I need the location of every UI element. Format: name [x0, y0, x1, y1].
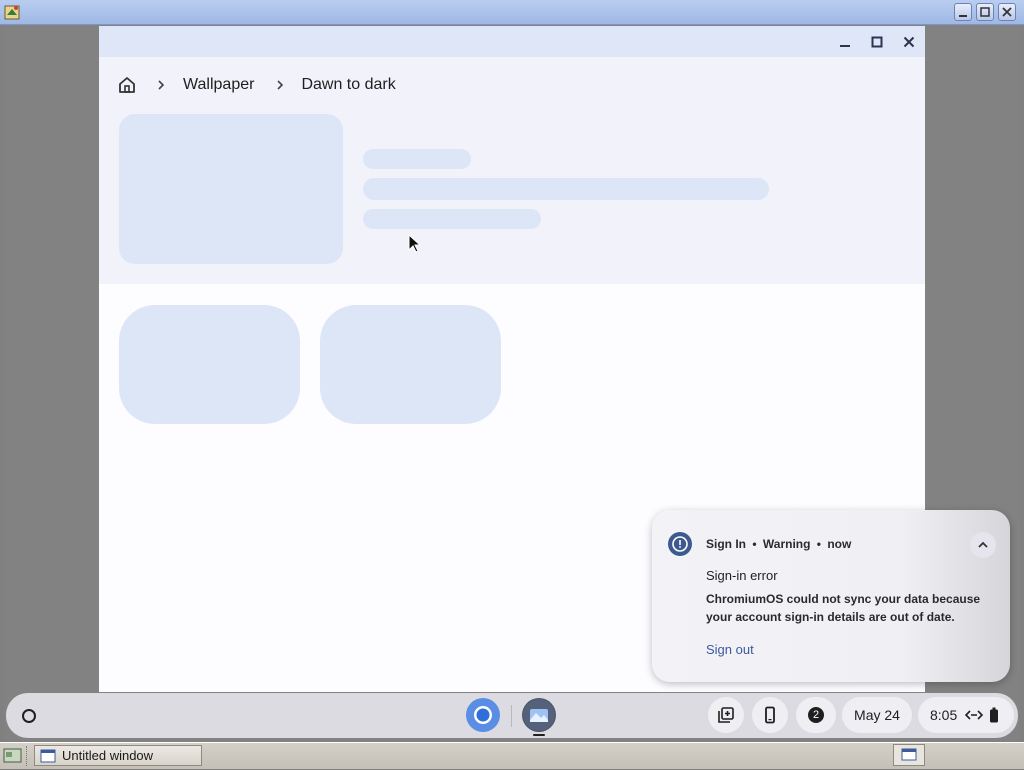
battery-icon — [990, 707, 999, 723]
ethernet-icon — [965, 710, 984, 720]
collection-preview-skeleton — [119, 114, 343, 264]
desktop-icon[interactable] — [3, 747, 23, 765]
notification-time: now — [827, 537, 852, 551]
minimize-icon — [959, 15, 967, 17]
wallpaper-tile-skeleton — [320, 305, 501, 424]
status-area-button[interactable]: 8:05 — [918, 697, 1014, 733]
sign-out-button[interactable]: Sign out — [706, 642, 754, 657]
warning-icon — [668, 532, 692, 556]
tote-button[interactable] — [708, 697, 744, 733]
collapse-notification-button[interactable] — [970, 532, 996, 558]
maximize-icon[interactable] — [869, 34, 885, 50]
home-icon[interactable] — [117, 75, 137, 95]
minimize-icon[interactable] — [837, 34, 853, 50]
maximize-icon — [980, 7, 990, 17]
description-skeleton — [363, 178, 769, 200]
chevron-right-icon — [277, 80, 284, 90]
close-icon — [1002, 7, 1012, 17]
taskbar-grip — [26, 746, 29, 766]
separator: • — [752, 537, 757, 551]
app-titlebar[interactable] — [99, 26, 925, 57]
phone-icon — [765, 706, 775, 724]
notification-title: Sign-in error — [706, 568, 778, 583]
mouse-cursor-icon — [408, 234, 422, 253]
phone-hub-button[interactable] — [752, 697, 788, 733]
chrome-browser-icon[interactable] — [466, 698, 500, 732]
clock-time: 8:05 — [930, 707, 958, 723]
launcher-icon[interactable] — [14, 701, 44, 731]
close-icon[interactable] — [901, 34, 917, 50]
subtitle-skeleton — [363, 209, 541, 229]
monitor-icon — [901, 748, 917, 761]
host-close-button[interactable] — [998, 3, 1016, 21]
holding-space-icon — [718, 707, 734, 723]
host-maximize-button[interactable] — [976, 3, 994, 21]
wallpaper-app-icon[interactable] — [522, 698, 556, 732]
taskbar-window-button[interactable]: Untitled window — [34, 745, 202, 766]
notification-app-name: Sign In — [706, 537, 746, 551]
running-app-indicator — [533, 734, 545, 736]
notification-counter-button[interactable]: 2 — [796, 697, 836, 733]
sign-in-notification[interactable]: Sign In • Warning • now Sign-in error Ch… — [652, 510, 1010, 682]
chevron-right-icon — [158, 80, 165, 90]
host-taskbar: Untitled window — [0, 742, 1024, 769]
notification-header: Sign In • Warning • now — [706, 537, 851, 551]
app-logo-icon — [4, 5, 20, 20]
show-desktop-button[interactable] — [893, 744, 925, 766]
date-tray-button[interactable]: May 24 — [842, 697, 912, 733]
window-icon — [40, 749, 56, 762]
shelf-divider — [511, 705, 512, 727]
breadcrumb-item-current: Dawn to dark — [301, 76, 396, 93]
taskbar-window-label: Untitled window — [62, 748, 154, 763]
notification-level: Warning — [762, 537, 811, 551]
breadcrumb: Wallpaper Dawn to dark — [117, 73, 396, 97]
host-window-titlebar — [0, 0, 1024, 25]
wallpaper-tile-skeleton — [119, 305, 300, 424]
chevron-up-icon — [978, 541, 988, 548]
breadcrumb-item-wallpaper[interactable]: Wallpaper — [183, 76, 254, 94]
host-minimize-button[interactable] — [954, 3, 972, 21]
shelf: 2 May 24 8:05 — [6, 693, 1018, 738]
separator: • — [816, 537, 821, 551]
notification-count-badge: 2 — [808, 707, 824, 723]
title-skeleton — [363, 149, 471, 169]
notification-body: ChromiumOS could not sync your data beca… — [706, 592, 981, 624]
